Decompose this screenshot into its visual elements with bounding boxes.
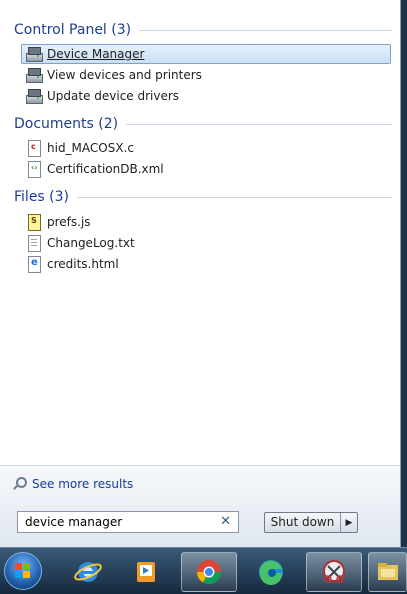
device-manager-icon — [25, 46, 43, 62]
divider — [77, 196, 392, 198]
file-explorer-icon — [377, 563, 398, 580]
divider — [139, 29, 392, 31]
snipping-tool-icon — [323, 560, 345, 583]
result-devices-printers[interactable]: View devices and printers — [21, 65, 391, 85]
group-header-control-panel: Control Panel (3) — [14, 20, 392, 40]
result-changelog[interactable]: ChangeLog.txt — [21, 233, 391, 253]
taskbar-file-explorer[interactable] — [368, 552, 407, 592]
js-file-icon: S — [25, 214, 43, 231]
result-label: prefs.js — [47, 215, 91, 229]
see-more-results-link[interactable]: See more results — [12, 476, 133, 492]
taskbar-chrome[interactable] — [181, 552, 237, 592]
divider — [126, 123, 392, 125]
group-title: Control Panel (3) — [14, 22, 132, 38]
result-prefs-js[interactable]: S prefs.js — [21, 212, 391, 232]
internet-explorer-icon — [74, 562, 102, 582]
start-button[interactable] — [4, 552, 42, 590]
search-box[interactable]: ✕ — [17, 511, 239, 533]
search-icon — [12, 477, 27, 491]
start-menu: Control Panel (3) Device Manager View de… — [0, 0, 401, 548]
devices-printers-icon — [25, 67, 43, 83]
result-label: View devices and printers — [47, 68, 202, 82]
taskbar-edge[interactable] — [243, 552, 299, 592]
html-file-icon: e — [25, 256, 43, 273]
txt-file-icon — [25, 235, 43, 252]
result-label: Update device drivers — [47, 89, 180, 103]
taskbar-media-player[interactable] — [118, 552, 174, 592]
xml-file-icon: ‹› — [25, 161, 43, 178]
taskbar — [0, 547, 407, 594]
search-input[interactable] — [23, 514, 217, 530]
result-label: credits.html — [47, 257, 119, 271]
windows-logo-icon — [15, 563, 31, 579]
shutdown-label: Shut down — [265, 513, 341, 532]
shutdown-button[interactable]: Shut down ▶ — [264, 512, 358, 533]
taskbar-internet-explorer[interactable] — [60, 552, 116, 592]
result-hid-macosx[interactable]: c hid_MACOSX.c — [21, 138, 391, 158]
result-update-drivers[interactable]: Update device drivers — [21, 86, 391, 106]
edge-icon — [259, 560, 283, 586]
result-label: Device Manager — [47, 47, 145, 61]
media-player-icon — [137, 562, 155, 582]
update-drivers-icon — [25, 88, 43, 104]
result-label: hid_MACOSX.c — [47, 141, 134, 155]
result-certificationdb[interactable]: ‹› CertificationDB.xml — [21, 159, 391, 179]
group-title: Files (3) — [14, 189, 70, 205]
group-title: Documents (2) — [14, 116, 119, 132]
result-label: ChangeLog.txt — [47, 236, 135, 250]
result-credits-html[interactable]: e credits.html — [21, 254, 391, 274]
c-file-icon: c — [25, 140, 43, 157]
arrow-right-icon[interactable]: ▶ — [341, 513, 357, 532]
group-header-documents: Documents (2) — [14, 114, 392, 134]
group-header-files: Files (3) — [14, 187, 392, 207]
result-device-manager[interactable]: Device Manager — [21, 44, 391, 64]
taskbar-snipping-tool[interactable] — [306, 552, 362, 592]
see-more-label: See more results — [32, 477, 134, 491]
chrome-icon — [197, 560, 221, 585]
result-label: CertificationDB.xml — [47, 162, 164, 176]
clear-icon[interactable]: ✕ — [220, 514, 231, 529]
